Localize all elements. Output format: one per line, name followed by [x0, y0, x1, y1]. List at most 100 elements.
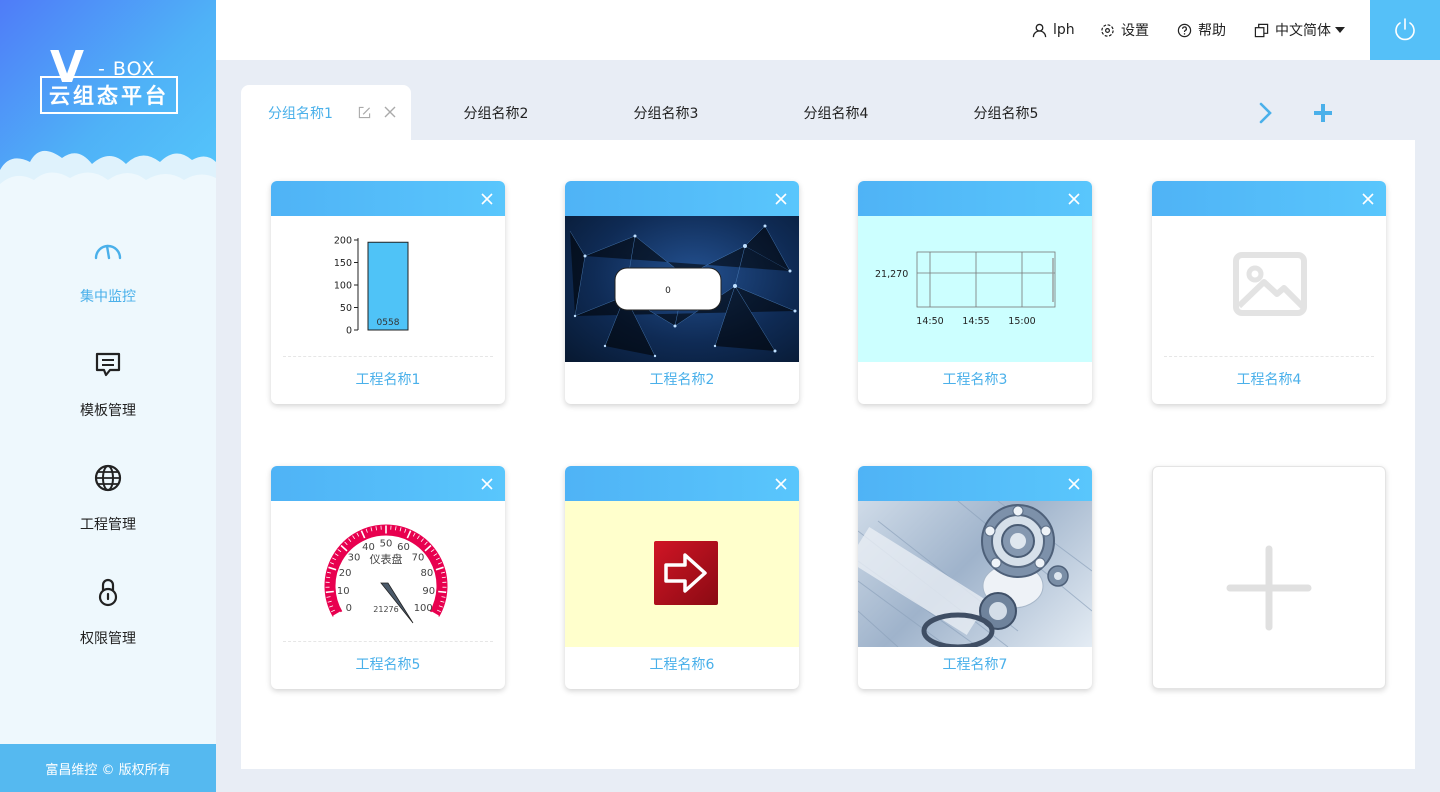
tab-label: 分组名称4	[803, 105, 869, 122]
gear-icon	[1101, 23, 1114, 37]
project-grid: 200 150 100 50 0 0558 工程名称1 0 工程名称2 21,2…	[241, 140, 1415, 769]
bar-chart-preview: 200 150 100 50 0 0558	[271, 216, 505, 362]
bearing-illustration	[858, 501, 1092, 647]
bar-chart: 200 150 100 50 0 0558	[334, 236, 409, 337]
close-icon[interactable]	[1068, 478, 1080, 490]
gauge-title: 仪表盘	[370, 552, 403, 566]
add-tab-icon[interactable]	[1312, 102, 1334, 124]
divider	[1164, 356, 1374, 357]
gauge-tick-label: 40	[362, 542, 375, 553]
close-icon[interactable]	[1362, 193, 1374, 205]
logo-title: 云组态平台	[49, 84, 169, 108]
card-header	[271, 466, 505, 501]
network-display-preview: 0	[565, 216, 799, 362]
gauge-needle	[380, 582, 414, 624]
image-placeholder-icon	[1233, 252, 1307, 316]
bar-axis-label: 200	[334, 236, 352, 247]
tab-group-3[interactable]: 分组名称3	[581, 85, 751, 140]
project-name[interactable]: 工程名称7	[858, 654, 1092, 674]
user-icon	[1032, 23, 1047, 37]
nav-item-permissions[interactable]: 权限管理	[0, 572, 216, 672]
project-card[interactable]: 工程名称4	[1152, 181, 1386, 404]
add-project-card[interactable]	[1152, 466, 1386, 689]
user-menu[interactable]: lph	[1032, 20, 1075, 40]
nav-label: 集中监控	[80, 289, 136, 305]
project-card[interactable]: 21,270 14:50 14:55 15:00 工程名称3	[858, 181, 1092, 404]
copyright-footer: 富昌维控 © 版权所有	[0, 744, 216, 792]
bar-axis-label: 150	[334, 258, 352, 269]
trend-x-label: 15:00	[1008, 316, 1035, 327]
gauge-tick-label: 50	[380, 539, 393, 550]
tab-group-2[interactable]: 分组名称2	[411, 85, 581, 140]
cloud-decoration	[0, 150, 216, 210]
trend-chart-preview: 21,270 14:50 14:55 15:00	[858, 216, 1092, 362]
caret-down-icon	[1335, 27, 1345, 33]
user-name: lph	[1053, 22, 1075, 38]
arrow-button	[654, 541, 718, 605]
gauge-tick-label: 70	[412, 553, 425, 564]
project-name[interactable]: 工程名称5	[271, 654, 505, 674]
trend-x-label: 14:55	[962, 316, 989, 327]
divider	[283, 356, 493, 357]
plus-icon	[1226, 545, 1312, 631]
gauge-tick-label: 30	[348, 553, 361, 564]
close-icon[interactable]	[1068, 193, 1080, 205]
tab-label: 分组名称1	[268, 105, 333, 122]
language-select[interactable]: 中文简体	[1254, 20, 1345, 40]
nav-item-templates[interactable]: 模板管理	[0, 344, 216, 444]
project-name[interactable]: 工程名称2	[565, 369, 799, 389]
nav-item-monitoring[interactable]: 集中监控	[0, 230, 216, 330]
project-name[interactable]: 工程名称6	[565, 654, 799, 674]
top-header: lph 设置 帮助 中文简体	[216, 0, 1440, 60]
nav-item-projects[interactable]: 工程管理	[0, 458, 216, 558]
power-button[interactable]	[1370, 0, 1440, 60]
card-header	[858, 466, 1092, 501]
sidebar: V - BOX 云组态平台 集中监控 模板管理 工程管理 权限管理 富昌维控 ©…	[0, 0, 216, 792]
bar-axis-label: 50	[340, 303, 352, 314]
nav-label: 工程管理	[80, 517, 136, 533]
project-card[interactable]: 工程名称7	[858, 466, 1092, 689]
project-card[interactable]: 0 10 20 30 40 50 60 70 80 90 100 仪表盘 21276 工程名称5	[271, 466, 505, 689]
help-label: 帮助	[1198, 23, 1226, 39]
project-card[interactable]: 工程名称6	[565, 466, 799, 689]
project-name[interactable]: 工程名称1	[271, 369, 505, 389]
project-card[interactable]: 0 工程名称2	[565, 181, 799, 404]
trend-x-label: 14:50	[916, 316, 943, 327]
tab-group-5[interactable]: 分组名称5	[921, 85, 1091, 140]
card-header	[858, 181, 1092, 216]
tab-label: 分组名称2	[463, 105, 529, 122]
lock-icon	[98, 578, 118, 607]
project-card[interactable]: 200 150 100 50 0 0558 工程名称1	[271, 181, 505, 404]
card-header	[565, 466, 799, 501]
card-header	[565, 181, 799, 216]
network-background: 0	[569, 224, 797, 358]
message-icon	[95, 352, 121, 377]
bar-axis-label: 100	[334, 281, 352, 292]
language-label: 中文简体	[1275, 23, 1331, 39]
gauge-tick-label: 80	[421, 568, 434, 579]
tab-group-4[interactable]: 分组名称4	[751, 85, 921, 140]
group-tabs: 分组名称1 分组名称2 分组名称3 分组名称4 分组名称5	[241, 85, 1415, 140]
gauge-tick-label: 100	[414, 603, 433, 614]
close-icon[interactable]	[384, 106, 396, 118]
project-name[interactable]: 工程名称4	[1152, 369, 1386, 389]
close-icon[interactable]	[775, 193, 787, 205]
edit-icon[interactable]	[358, 106, 371, 119]
bar-value-label: 0558	[377, 318, 400, 328]
power-icon	[1395, 18, 1415, 41]
display-value: 0	[665, 286, 671, 296]
settings-label: 设置	[1121, 23, 1149, 39]
bar	[367, 241, 409, 331]
settings-button[interactable]: 设置	[1100, 20, 1149, 40]
trend-y-label: 21,270	[875, 269, 908, 280]
chevron-right-icon[interactable]	[1256, 101, 1276, 125]
close-icon[interactable]	[481, 193, 493, 205]
close-icon[interactable]	[775, 478, 787, 490]
nav-label: 权限管理	[80, 631, 136, 647]
project-name[interactable]: 工程名称3	[858, 369, 1092, 389]
tab-group-1[interactable]: 分组名称1	[241, 85, 411, 140]
close-icon[interactable]	[481, 478, 493, 490]
gauge-value: 21276	[373, 605, 398, 614]
gauge-tick-label: 90	[422, 586, 435, 597]
help-button[interactable]: 帮助	[1177, 20, 1226, 40]
